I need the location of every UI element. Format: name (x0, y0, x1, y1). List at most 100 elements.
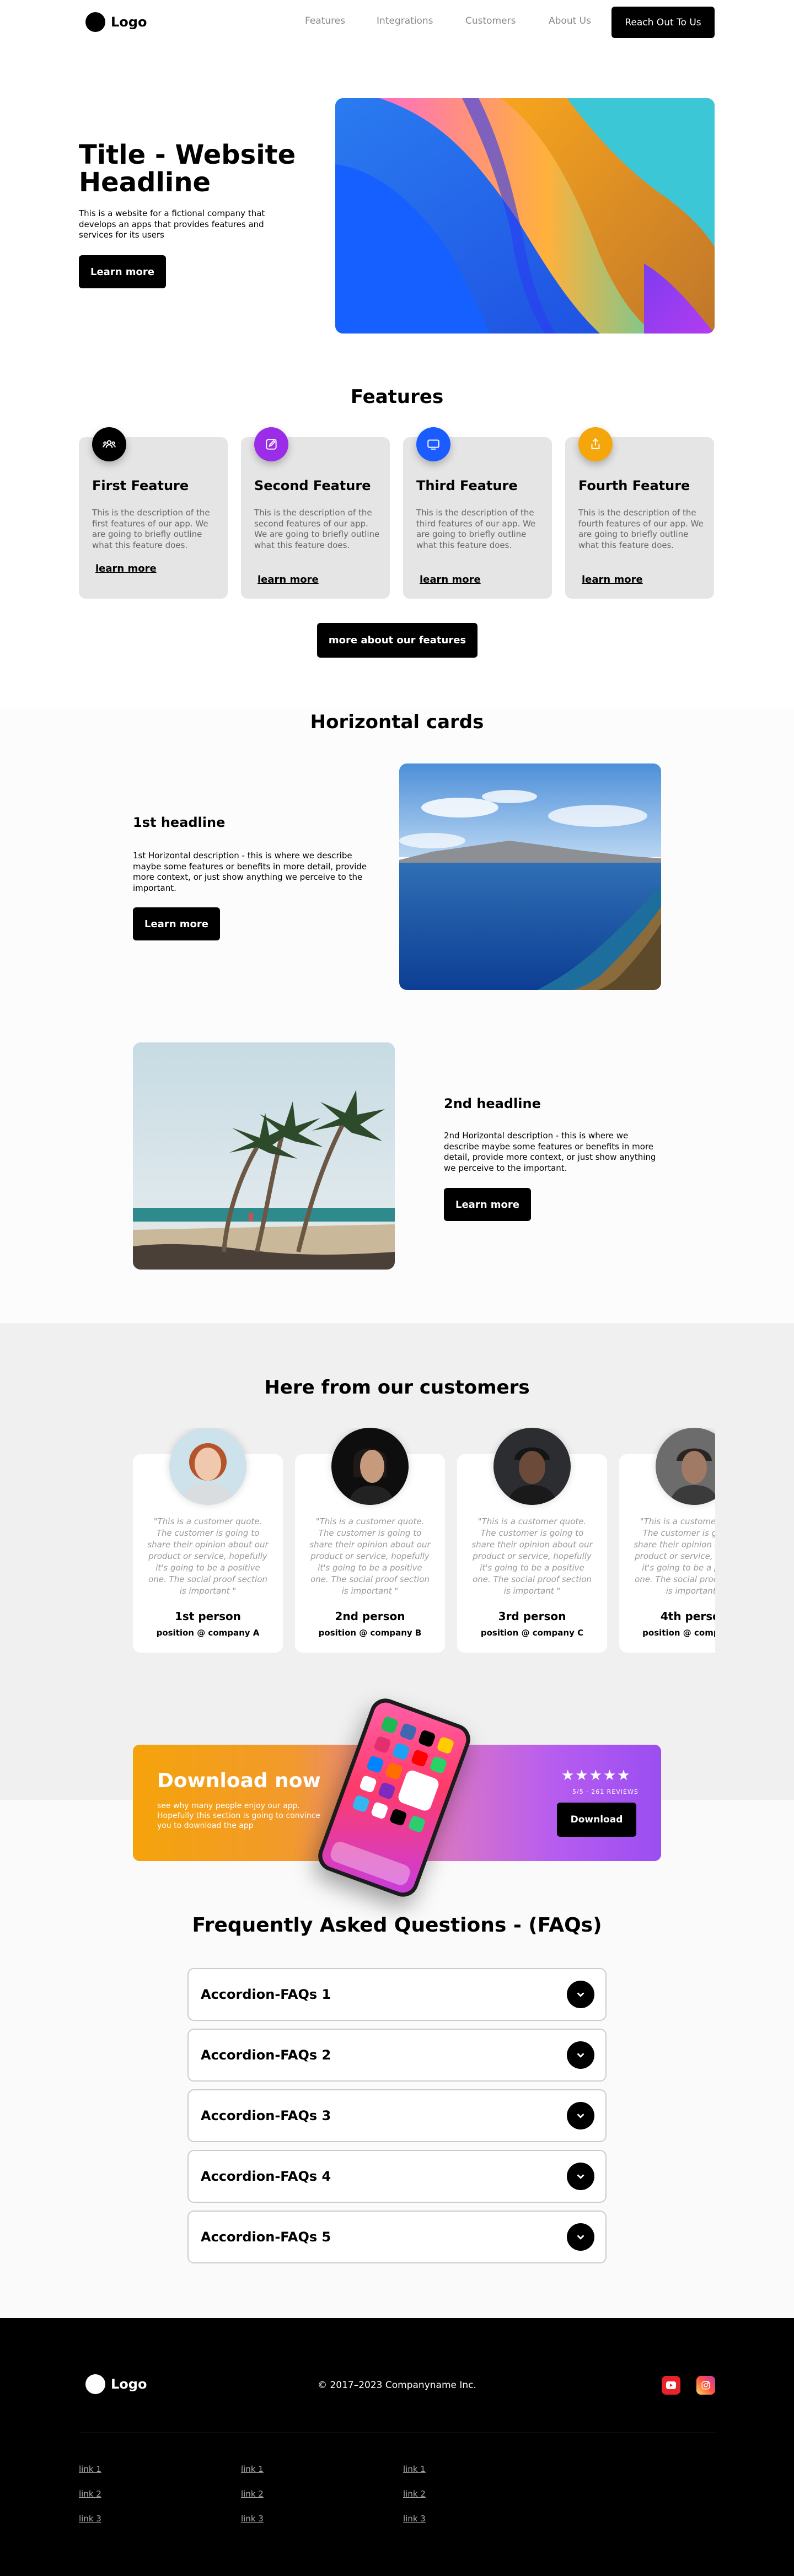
footer-link[interactable]: link 2 (403, 2489, 426, 2499)
testimonial-card: "This is a customer quote. The customer … (457, 1428, 607, 1653)
share-icon (578, 427, 613, 461)
download-button[interactable]: Download (557, 1803, 636, 1837)
hero-subtitle: This is a website for a fictional compan… (79, 208, 265, 240)
monitor-icon (416, 427, 450, 461)
youtube-icon[interactable] (662, 2376, 680, 2395)
feature-card: Second Feature This is the description o… (241, 427, 390, 599)
horizontal-card-learn-more-button[interactable]: Learn more (133, 907, 220, 940)
testimonial-card: "This is a customer quote. The customer … (619, 1428, 715, 1653)
nav-link-customers[interactable]: Customers (465, 15, 516, 26)
logo[interactable]: Logo (85, 12, 147, 32)
hero-title: Title - Website Headline (79, 139, 296, 198)
testimonial-quote: "This is a customer quote. The customer … (471, 1516, 593, 1596)
footer-link[interactable]: link 1 (79, 2464, 101, 2474)
avatar (493, 1428, 571, 1505)
faq-question: Accordion-FAQs 2 (201, 2047, 331, 2063)
faq-accordion-item[interactable]: Accordion-FAQs 1 (187, 1968, 607, 2021)
nav-link-about-us[interactable]: About Us (549, 15, 591, 26)
footer-link[interactable]: link 1 (403, 2464, 426, 2474)
feature-title: First Feature (92, 478, 189, 493)
testimonial-name: 2nd person (335, 1610, 405, 1623)
palm-beach-image (133, 1042, 395, 1270)
feature-description: This is the description of the second fe… (254, 508, 380, 550)
testimonial-quote: "This is a customer quote. The customer … (634, 1516, 715, 1596)
nav-link-integrations[interactable]: Integrations (377, 15, 433, 26)
horizontal-cards-section (0, 708, 794, 1323)
footer (0, 2318, 794, 2576)
testimonials-carousel[interactable]: "This is a customer quote. The customer … (133, 1428, 715, 1665)
download-subtitle: see why many people enjoy our app. Hopef… (157, 1801, 320, 1831)
reach-out-button[interactable]: Reach Out To Us (611, 7, 715, 38)
hero-image (335, 98, 715, 334)
faq-heading: Frequently Asked Questions - (FAQs) (192, 1914, 602, 1937)
chevron-down-icon[interactable] (567, 2102, 594, 2129)
more-features-button[interactable]: more about our features (317, 623, 478, 658)
testimonial-position: position @ company C (480, 1628, 584, 1638)
feature-learn-more-link[interactable]: learn more (95, 563, 157, 574)
rating-stars: ★★★★★ (561, 1767, 631, 1784)
download-title: Download now (157, 1770, 321, 1792)
faq-question: Accordion-FAQs 1 (201, 1987, 331, 2002)
chevron-down-icon[interactable] (567, 2163, 594, 2190)
testimonial-card: "This is a customer quote. The customer … (133, 1428, 283, 1653)
logo-text: Logo (111, 14, 147, 30)
testimonial-quote: "This is a customer quote. The customer … (147, 1516, 269, 1596)
horizontal-card-description: 1st Horizontal description - this is whe… (133, 851, 367, 893)
logo-mark (85, 12, 105, 32)
chevron-down-icon[interactable] (567, 1981, 594, 2008)
faq-accordion-item[interactable]: Accordion-FAQs 4 (187, 2150, 607, 2203)
horizontal-cards-heading: Horizontal cards (310, 711, 484, 733)
feature-learn-more-link[interactable]: learn more (420, 574, 481, 585)
horizontal-card-headline: 2nd headline (444, 1096, 541, 1111)
nav-link-features[interactable]: Features (305, 15, 345, 26)
avatar (656, 1428, 715, 1505)
avatar (169, 1428, 246, 1505)
footer-link[interactable]: link 2 (79, 2489, 101, 2499)
feature-learn-more-link[interactable]: learn more (582, 574, 643, 585)
footer-link[interactable]: link 1 (241, 2464, 264, 2474)
faq-accordion-item[interactable]: Accordion-FAQs 2 (187, 2029, 607, 2082)
faq-accordion-item[interactable]: Accordion-FAQs 5 (187, 2211, 607, 2263)
feature-title: Second Feature (254, 478, 371, 493)
faq-accordion-item[interactable]: Accordion-FAQs 3 (187, 2089, 607, 2142)
testimonial-card: "This is a customer quote. The customer … (295, 1428, 445, 1653)
footer-link[interactable]: link 3 (403, 2514, 426, 2524)
faq-question: Accordion-FAQs 4 (201, 2169, 331, 2184)
instagram-icon[interactable] (696, 2376, 715, 2395)
testimonial-name: 4th person (660, 1610, 715, 1623)
feature-description: This is the description of the first fea… (92, 508, 210, 550)
features-heading: Features (350, 386, 444, 408)
horizontal-card-description: 2nd Horizontal description - this is whe… (444, 1131, 656, 1173)
faq-question: Accordion-FAQs 3 (201, 2108, 331, 2123)
chevron-down-icon[interactable] (567, 2223, 594, 2251)
edit-icon (254, 427, 288, 461)
testimonial-name: 1st person (175, 1610, 241, 1623)
feature-learn-more-link[interactable]: learn more (257, 574, 319, 585)
avatar (331, 1428, 409, 1505)
testimonial-position: position @ company A (156, 1628, 260, 1638)
feature-description: This is the description of the third fea… (416, 508, 536, 550)
feature-card: First Feature This is the description of… (79, 427, 228, 599)
testimonials-heading: Here from our customers (264, 1376, 530, 1399)
chevron-down-icon[interactable] (567, 2041, 594, 2069)
feature-card: Third Feature This is the description of… (403, 427, 552, 599)
hero-learn-more-button[interactable]: Learn more (79, 255, 166, 288)
testimonial-name: 3rd person (498, 1610, 566, 1623)
ocean-coast-image (399, 763, 661, 990)
horizontal-card-headline: 1st headline (133, 815, 226, 830)
top-navigation: Logo Features Integrations Customers Abo… (0, 0, 794, 44)
feature-card: Fourth Feature This is the description o… (565, 427, 714, 599)
feature-title: Third Feature (416, 478, 518, 493)
testimonial-quote: "This is a customer quote. The customer … (309, 1516, 431, 1596)
footer-link[interactable]: link 3 (241, 2514, 264, 2524)
footer-link[interactable]: link 2 (241, 2489, 264, 2499)
horizontal-card-learn-more-button[interactable]: Learn more (444, 1188, 531, 1221)
testimonial-position: position @ company B (318, 1628, 422, 1638)
users-icon (92, 427, 126, 461)
faq-question: Accordion-FAQs 5 (201, 2229, 331, 2245)
feature-description: This is the description of the fourth fe… (578, 508, 704, 550)
feature-title: Fourth Feature (578, 478, 690, 493)
reviews-count: 5/5 · 261 REVIEWS (572, 1788, 639, 1795)
footer-link[interactable]: link 3 (79, 2514, 101, 2524)
testimonial-position: position @ company D (642, 1628, 715, 1638)
